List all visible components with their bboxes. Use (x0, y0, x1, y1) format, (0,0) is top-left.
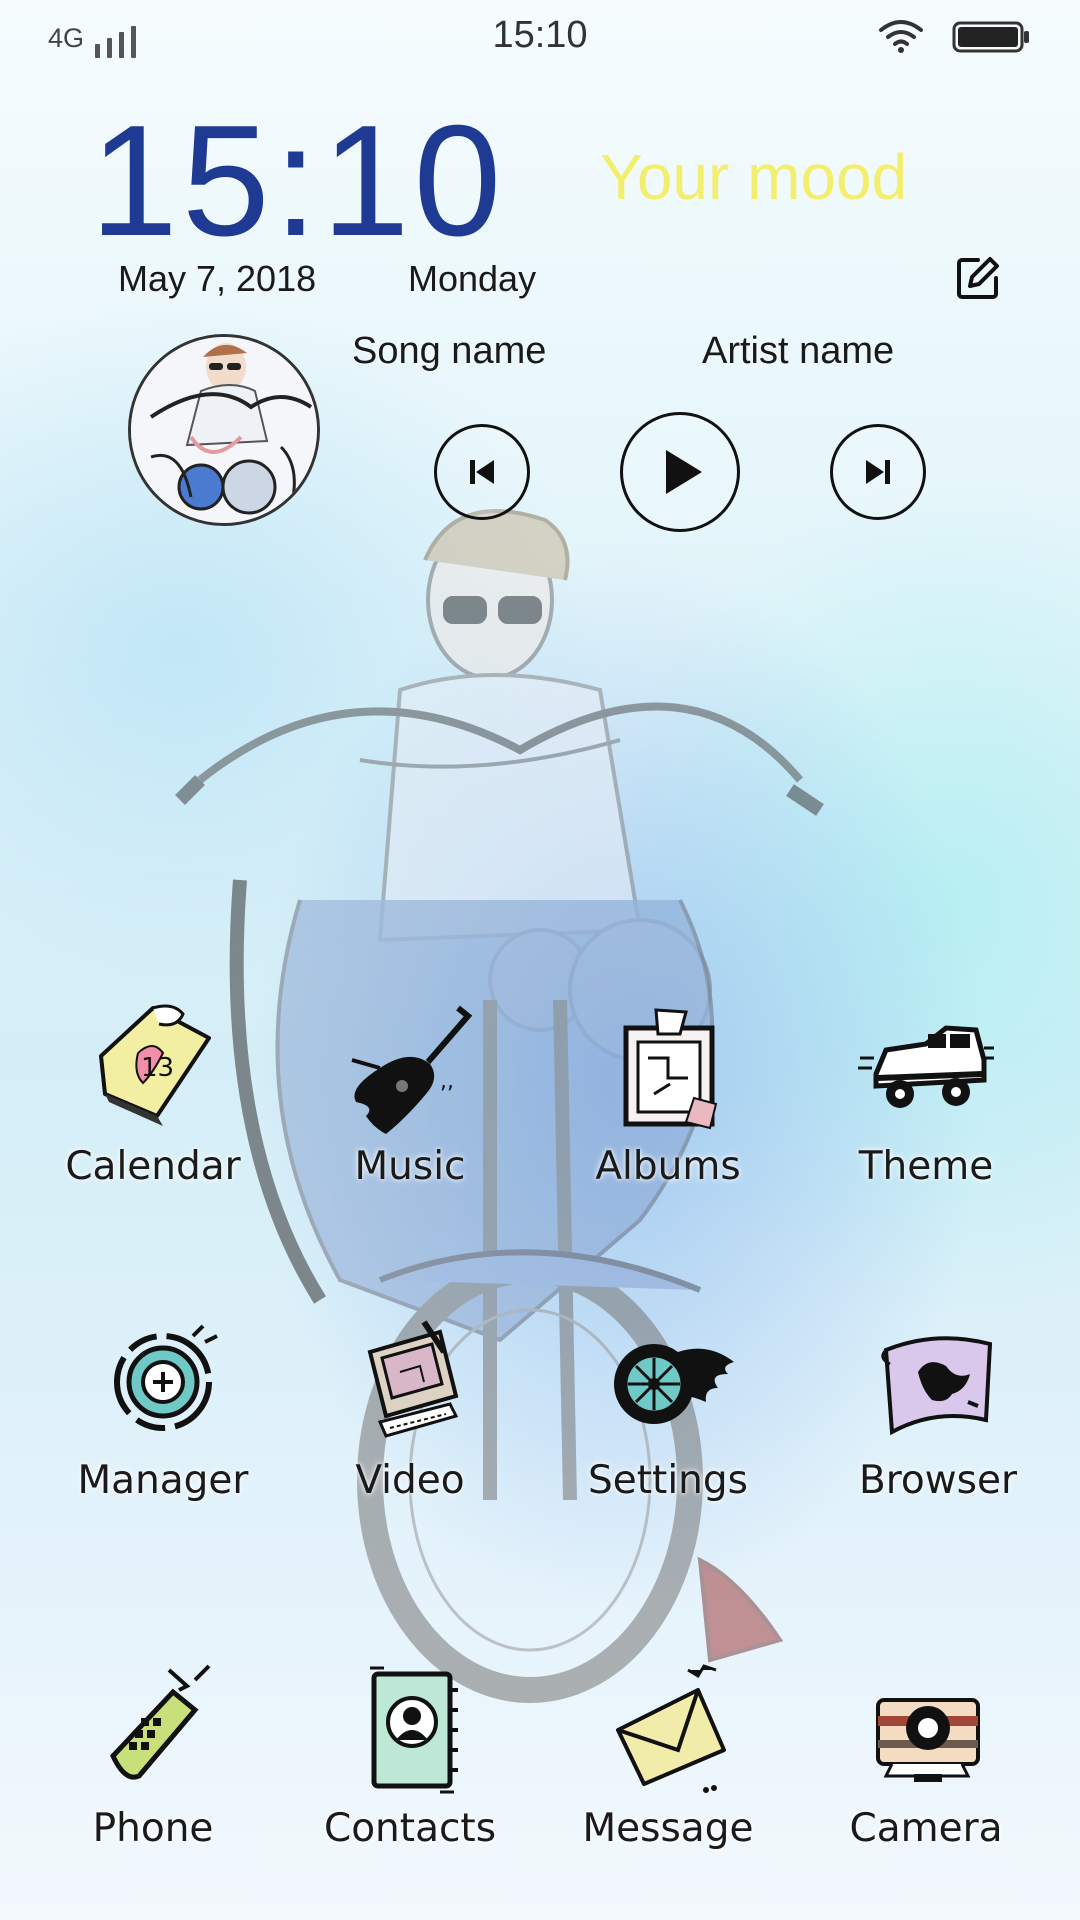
battery-full-icon (952, 21, 1029, 53)
envelope-icon (616, 1664, 726, 1793)
map-icon (881, 1336, 993, 1436)
play-button[interactable] (620, 412, 740, 532)
phone-icon (110, 1664, 211, 1780)
app-label: Theme (858, 1144, 994, 1189)
app-theme[interactable]: Theme (806, 998, 1046, 1189)
contacts-icon (370, 1666, 458, 1794)
status-bar: 4G 15:10 (0, 0, 1080, 76)
app-label: Contacts (323, 1806, 497, 1851)
svg-text:13: 13 (141, 1053, 174, 1083)
video-icon (367, 1320, 459, 1438)
previous-icon (470, 460, 494, 484)
next-track-button[interactable] (830, 424, 926, 520)
app-label: Phone (92, 1806, 214, 1851)
app-label: Video (355, 1458, 465, 1503)
previous-track-button[interactable] (434, 424, 530, 520)
app-calendar[interactable]: 13 Calendar (33, 998, 273, 1189)
artist-name: Artist name (702, 330, 895, 372)
app-browser[interactable]: Browser (818, 1312, 1058, 1503)
camera-icon (876, 1698, 980, 1782)
app-label: Camera (849, 1806, 1003, 1851)
svg-text:,,: ,, (440, 1069, 454, 1094)
calendar-icon: 13 (99, 1004, 211, 1126)
album-art-image (131, 337, 317, 523)
next-icon (866, 460, 890, 484)
edit-icon[interactable] (956, 256, 1000, 300)
date-text: May 7, 2018 (118, 258, 317, 299)
app-contacts[interactable]: Contacts (290, 1660, 530, 1851)
album-icon (623, 1008, 718, 1130)
app-settings[interactable]: Settings (548, 1312, 788, 1503)
app-label: Music (354, 1144, 466, 1189)
app-video[interactable]: Video (290, 1312, 530, 1503)
app-manager[interactable]: Manager (43, 1312, 283, 1503)
jeep-icon (858, 1025, 994, 1108)
weekday-text: Monday (408, 258, 537, 299)
app-label: Browser (858, 1458, 1018, 1503)
wheel-icon (614, 1344, 734, 1424)
app-label: Manager (77, 1458, 249, 1503)
guitar-icon: ,, (351, 1005, 473, 1134)
play-icon (666, 450, 702, 494)
manager-icon (114, 1324, 218, 1431)
app-label: Message (582, 1806, 754, 1851)
app-camera[interactable]: Camera (806, 1660, 1046, 1851)
wifi-icon (879, 20, 923, 53)
mood-text[interactable]: Your mood (600, 140, 907, 214)
app-message[interactable]: Message (548, 1660, 788, 1851)
app-label: Settings (588, 1458, 748, 1503)
app-label: Calendar (65, 1144, 241, 1189)
clock-widget-time[interactable]: 15:10 (90, 96, 505, 266)
album-art[interactable] (128, 334, 320, 526)
app-label: Albums (595, 1144, 741, 1189)
app-phone[interactable]: Phone (33, 1660, 273, 1851)
song-name: Song name (352, 330, 547, 372)
app-albums[interactable]: Albums (548, 998, 788, 1189)
app-music[interactable]: ,, Music (290, 998, 530, 1189)
